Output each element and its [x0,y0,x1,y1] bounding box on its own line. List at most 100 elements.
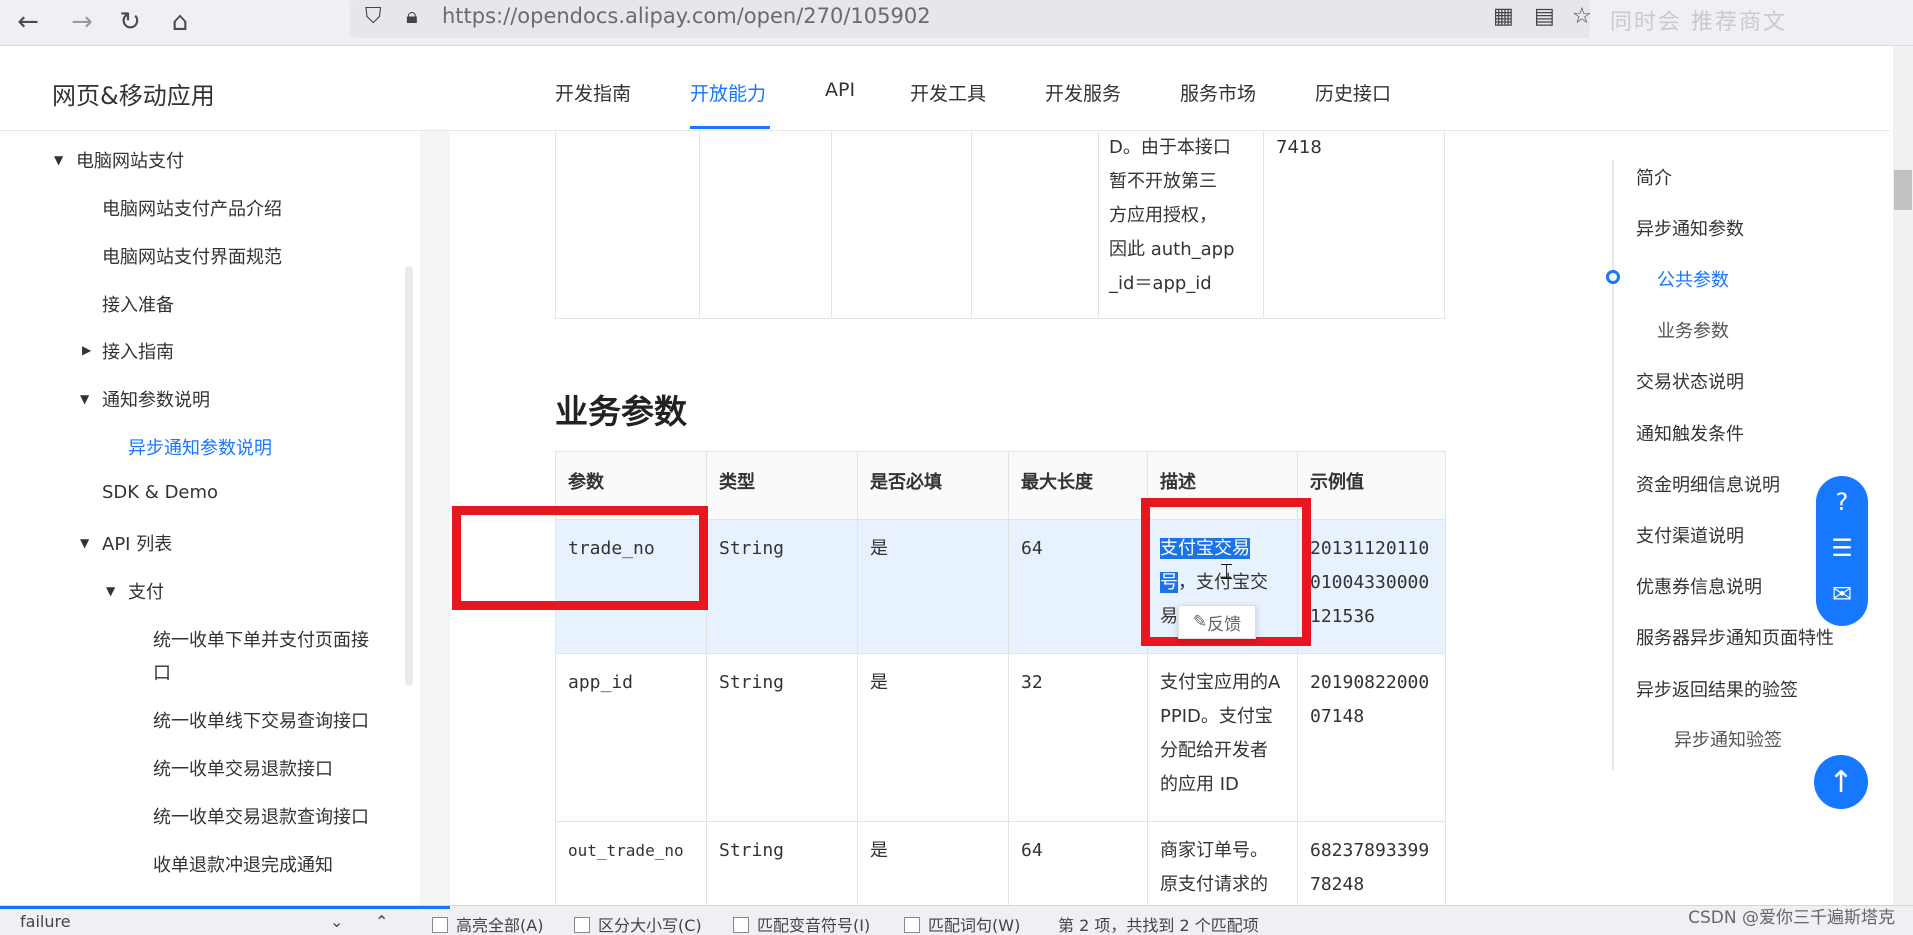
site-title[interactable]: 网页&移动应用 [52,76,215,111]
public-params-table-fragment: D。由于本接口 暂不开放第三 方应用授权， 因此 auth_app _id＝ap… [555,131,1445,319]
caret-down-icon[interactable]: ▼ [106,584,115,598]
caret-down-icon[interactable]: ▼ [80,392,89,406]
toc-item-public-params[interactable]: 公共参数 [1657,266,1729,292]
toc-item-intro[interactable]: 简介 [1636,164,1672,190]
fragment-desc-line: D。由于本接口 [1109,137,1231,158]
cell-example: 2019082200007148 [1297,653,1446,822]
shield-icon[interactable]: ⛉ [365,4,382,29]
cell-description: 支付宝应用的APPID。支付宝分配给开发者的应用 ID [1147,653,1298,822]
find-result: 第 2 项，共找到 2 个匹配项 [1058,916,1259,935]
match-case-checkbox[interactable] [574,917,590,933]
sidebar-item-page-pay[interactable]: 统一收单下单并支付页面接 [153,626,369,652]
url-text[interactable]: https://opendocs.alipay.com/open/270/105… [442,4,931,28]
cell-type: String [706,519,858,654]
sidebar-item-ui-spec[interactable]: 电脑网站支付界面规范 [102,243,282,269]
toc-item-server-notify[interactable]: 服务器异步通知页面特性 [1636,624,1834,650]
toc-item-trigger-conditions[interactable]: 通知触发条件 [1636,420,1744,446]
sidebar-item-guide[interactable]: 接入指南 [102,338,174,364]
sidebar-item-refund-query[interactable]: 统一收单交易退款查询接口 [153,803,369,829]
option-whole-words[interactable]: 匹配词句(W) [928,912,1020,935]
sidebar-item-async-notify[interactable]: 异步通知参数说明 [128,434,272,460]
nav-dev-tools[interactable]: 开发工具 [910,79,986,106]
sidebar-item-query[interactable]: 统一收单线下交易查询接口 [153,707,369,733]
toc-active-dot [1606,270,1620,284]
forward-icon[interactable]: → [64,4,100,40]
nav-history-api[interactable]: 历史接口 [1315,79,1391,106]
faded-toolbar-text: 同时会 推荐商文 [1610,10,1787,35]
nav-dev-services[interactable]: 开发服务 [1045,79,1121,106]
toc-item-fund-details[interactable]: 资金明细信息说明 [1636,471,1780,497]
sidebar-item-product-intro[interactable]: 电脑网站支付产品介绍 [102,195,282,221]
sidebar-item-pay[interactable]: 支付 [128,578,164,604]
header-max-length: 最大长度 [1008,451,1148,520]
floating-help-panel: ? ☰ ✉ [1816,476,1868,626]
find-next-icon[interactable]: ⌃ [375,912,388,931]
browser-toolbar: ← → ↻ ⌂ ⛉ 🔒︎ https://opendocs.alipay.com… [0,0,1913,46]
table-row: app_id String 是 32 支付宝应用的APPID。支付宝分配给开发者… [555,653,1446,822]
sidebar-item-refund-notify[interactable]: 收单退款冲退完成通知 [153,851,333,877]
cell-required: 是 [857,519,1009,654]
sidebar-item-page-pay-cont[interactable]: 口 [153,659,171,685]
nav-dev-guide[interactable]: 开发指南 [555,79,631,106]
caret-down-icon[interactable]: ▼ [54,153,63,167]
reader-view-icon[interactable]: ▤ [1534,4,1555,29]
sidebar-item-refund[interactable]: 统一收单交易退款接口 [153,755,333,781]
active-nav-underline [690,126,770,129]
caret-down-icon[interactable]: ▼ [80,536,89,550]
feedback-label: 反馈 [1207,614,1242,635]
option-match-diacritics[interactable]: 匹配变音符号(I) [757,912,870,935]
qr-code-icon[interactable]: ▦ [1493,4,1514,29]
toc-item-coupon-info[interactable]: 优惠券信息说明 [1636,573,1762,599]
mail-icon[interactable]: ✉ [1816,580,1868,608]
reload-icon[interactable]: ↻ [112,4,148,40]
toc-item-trade-status[interactable]: 交易状态说明 [1636,368,1744,394]
caret-right-icon[interactable]: ▶ [82,343,91,357]
highlight-all-checkbox[interactable] [432,917,448,933]
nav-service-market[interactable]: 服务市场 [1180,79,1256,106]
edit-icon: ✎ [1192,612,1208,632]
toc-item-async-verify[interactable]: 异步通知验签 [1674,726,1782,752]
option-match-case[interactable]: 区分大小写(C) [598,912,702,935]
page-scrollbar-thumb[interactable] [1894,170,1912,210]
toc-line [1612,160,1614,770]
option-highlight-all[interactable]: 高亮全部(A) [456,912,543,935]
nav-api[interactable]: API [825,79,855,101]
sidebar-item-sdk-demo[interactable]: SDK & Demo [102,482,218,503]
home-icon[interactable]: ⌂ [162,4,198,40]
back-icon[interactable]: ← [10,4,46,40]
chat-icon[interactable]: ☰ [1816,534,1868,562]
feedback-popup[interactable]: ✎ 反馈 [1178,605,1256,639]
toc-item-async-params[interactable]: 异步通知参数 [1636,215,1744,241]
fragment-example: 7418 [1276,137,1322,158]
cell-max-length: 32 [1008,653,1148,822]
back-to-top-button[interactable]: ↑ [1814,755,1868,809]
toc-item-business-params[interactable]: 业务参数 [1657,317,1729,343]
arrow-up-icon: ↑ [1828,764,1854,800]
section-title: 业务参数 [555,392,687,431]
header-type: 类型 [706,451,858,520]
watermark: CSDN @爱你三千遍斯塔克 [1688,908,1895,928]
cell-param: app_id [555,653,707,822]
sidebar-item-api-list[interactable]: API 列表 [102,530,172,556]
find-progress [0,906,450,909]
whole-words-checkbox[interactable] [904,917,920,933]
match-diacritics-checkbox[interactable] [733,917,749,933]
help-icon[interactable]: ? [1816,488,1868,516]
sidebar-item-notify-params[interactable]: 通知参数说明 [102,386,210,412]
fragment-desc-line: 暂不开放第三 [1109,171,1217,192]
lock-icon[interactable]: 🔒︎ [406,4,418,29]
nav-open-capability[interactable]: 开放能力 [690,79,766,106]
fragment-desc-line: 方应用授权， [1109,205,1217,226]
sidebar-item-pc-pay[interactable]: 电脑网站支付 [76,147,184,173]
sidebar-scrollbar[interactable] [405,266,413,686]
cell-required: 是 [857,653,1009,822]
find-prev-icon[interactable]: ⌄ [330,912,343,931]
cell-max-length: 64 [1008,519,1148,654]
toc-item-verify-sign[interactable]: 异步返回结果的验签 [1636,676,1798,702]
bookmark-star-icon[interactable]: ☆ [1572,4,1592,29]
find-input[interactable]: failure [20,912,71,931]
toc-item-pay-channel[interactable]: 支付渠道说明 [1636,522,1744,548]
mouse-cursor-icon: ⌶ [1220,560,1234,585]
find-bar: failure ⌄ ⌃ 高亮全部(A) 区分大小写(C) 匹配变音符号(I) 匹… [0,905,1913,935]
sidebar-item-prepare[interactable]: 接入准备 [102,291,174,317]
